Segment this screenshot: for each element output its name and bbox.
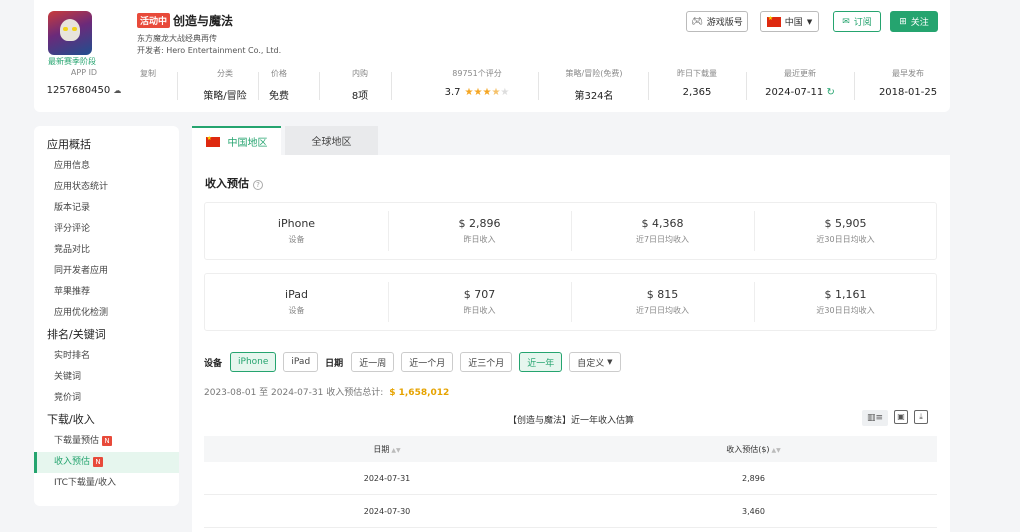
chevron-down-icon: ▼ [607, 358, 613, 366]
sidebar-item-app-info[interactable]: 应用信息 [34, 156, 179, 177]
iphone-stat-card: iPhone 设备 $ 2,896 昨日收入 $ 4,368 近7日日均收入 $ 5,… [204, 202, 937, 260]
sidebar-item-realtime-rank[interactable]: 实时排名 [34, 346, 179, 367]
range-total: $ 1,658,012 [389, 388, 450, 398]
meta-yesterday-downloads: 昨日下载量 2,365 [677, 69, 717, 98]
table-tools: ▥≡ ▣ ⤓ [862, 410, 928, 426]
date-filter-label: 日期 [325, 358, 344, 369]
sidebar-section-ranking: 排名/关键词 [47, 328, 106, 341]
chevron-down-icon: ▼ [806, 17, 813, 26]
device-chip-iphone[interactable]: iPhone [230, 352, 277, 372]
sidebar-item-aso-check[interactable]: 应用优化检测 [34, 303, 179, 324]
gamepad-icon: 🎮︎ [691, 16, 703, 27]
sidebar-item-apple-featured[interactable]: 苹果推荐 [34, 282, 179, 303]
column-revenue[interactable]: 收入预估($) ▲▼ [570, 444, 937, 455]
table-row: 2024-07-31 2,896 [204, 462, 937, 495]
follow-button[interactable]: ⊞ 关注 [890, 11, 938, 32]
meta-rank: 策略/冒险(免费) 第324名 [565, 69, 623, 102]
sidebar-item-app-status[interactable]: 应用状态统计 [34, 177, 179, 198]
sidebar-section-overview: 应用概括 [47, 138, 91, 151]
sort-icon: ▲▼ [771, 446, 781, 454]
mail-icon: ✉ [842, 16, 850, 27]
copy-button[interactable]: ☁ [113, 86, 121, 95]
table-row: 2024-07-30 3,460 [204, 495, 937, 528]
new-badge: N [102, 436, 113, 446]
china-flag-icon [766, 15, 781, 27]
meta-last-update: 最近更新 2024-07-11 ↻ [765, 69, 835, 98]
subscribe-button[interactable]: ✉ 订阅 [833, 11, 881, 32]
sidebar-item-itc[interactable]: ITC下载量/收入 [34, 473, 179, 494]
range-chip-month[interactable]: 近一个月 [401, 352, 454, 372]
range-summary: 2023-08-01 至 2024-07-31 收入预估总计: $ 1,658,0… [204, 388, 450, 398]
app-name: 创造与魔法 [173, 14, 234, 28]
status-badge: 活动中 [137, 13, 171, 28]
meta-first-release: 最早发布 2018-01-25 [878, 69, 938, 98]
section-title: 收入预估? [205, 175, 263, 191]
refresh-icon[interactable]: ↻ [826, 87, 834, 98]
sidebar-item-bid-words[interactable]: 竞价词 [34, 388, 179, 409]
device-chip-ipad[interactable]: iPad [283, 352, 319, 372]
range-chip-week[interactable]: 近一周 [351, 352, 395, 372]
device-filter-label: 设备 [204, 358, 223, 369]
ipad-stat-card: iPad 设备 $ 707 昨日收入 $ 815 近7日日均收入 $ 1,161 近30… [204, 273, 937, 331]
range-chip-quarter[interactable]: 近三个月 [460, 352, 513, 372]
meta-iap: 内购 8项 [351, 69, 369, 102]
tab-china-region[interactable]: 中国地区 [192, 126, 281, 155]
revenue-panel: 收入预估? iPhone 设备 $ 2,896 昨日收入 $ 4,368 近7日日均收… [192, 155, 950, 532]
tab-global-region[interactable]: 全球地区 [285, 126, 378, 155]
new-badge: N [93, 457, 104, 467]
region-select[interactable]: 中国 ▼ [760, 11, 819, 32]
app-icon [48, 11, 92, 55]
rating-stars: ★★★★★ [464, 87, 510, 98]
chart-table-toggle-icon[interactable]: ▥≡ [862, 410, 888, 426]
download-icon[interactable]: ⤓ [914, 410, 928, 424]
filter-row: 设备 iPhone iPad 日期 近一周 近一个月 近三个月 近一年 自定义 … [204, 351, 628, 373]
app-header-card: 最新赛季阶段 活动中 创造与魔法 东方魔龙大战经典再传 开发者: Hero En… [34, 0, 950, 112]
revenue-table: 日期 ▲▼ 收入预估($) ▲▼ 2024-07-31 2,896 2024-07-… [204, 436, 937, 528]
app-subtitle: 东方魔龙大战经典再传 [137, 34, 217, 43]
sort-icon: ▲▼ [391, 446, 401, 454]
app-icon-caption: 最新赛季阶段 [48, 57, 96, 66]
sidebar-item-download-estimate[interactable]: 下载量预估 N [34, 431, 179, 452]
sidebar-item-revenue-estimate[interactable]: 收入预估 N [34, 452, 179, 473]
sidebar-section-downloads: 下载/收入 [47, 413, 95, 426]
sidebar-item-competitors[interactable]: 竞品对比 [34, 240, 179, 261]
image-export-icon[interactable]: ▣ [894, 410, 908, 424]
range-chip-year[interactable]: 近一年 [519, 352, 563, 372]
sidebar-item-keywords[interactable]: 关键词 [34, 367, 179, 388]
app-meta-row: APP ID 1257680450 ☁ 复制 分类 策略/冒险 价格 免费 内购 8项… [34, 68, 950, 104]
table-header: 日期 ▲▼ 收入预估($) ▲▼ [204, 436, 937, 462]
meta-rating: 89751个评分 3.7 ★★★★★ [444, 69, 510, 98]
help-icon[interactable]: ? [253, 180, 263, 190]
app-developer[interactable]: 开发者: Hero Entertainment Co., Ltd. [137, 45, 281, 56]
plus-icon: ⊞ [899, 16, 907, 27]
range-custom-dropdown[interactable]: 自定义 ▼ [569, 352, 621, 372]
column-date[interactable]: 日期 ▲▼ [204, 444, 570, 455]
sidebar: 应用概括 应用信息 应用状态统计 版本记录 评分评论 竞品对比 同开发者应用 苹… [34, 126, 179, 506]
table-title: 【创造与魔法】近一年收入估算 [507, 416, 634, 426]
game-version-button[interactable]: 🎮︎ 游戏版号 [686, 11, 748, 32]
sidebar-item-reviews[interactable]: 评分评论 [34, 219, 179, 240]
sidebar-item-versions[interactable]: 版本记录 [34, 198, 179, 219]
sidebar-item-same-developer[interactable]: 同开发者应用 [34, 261, 179, 282]
china-flag-icon [205, 135, 220, 147]
